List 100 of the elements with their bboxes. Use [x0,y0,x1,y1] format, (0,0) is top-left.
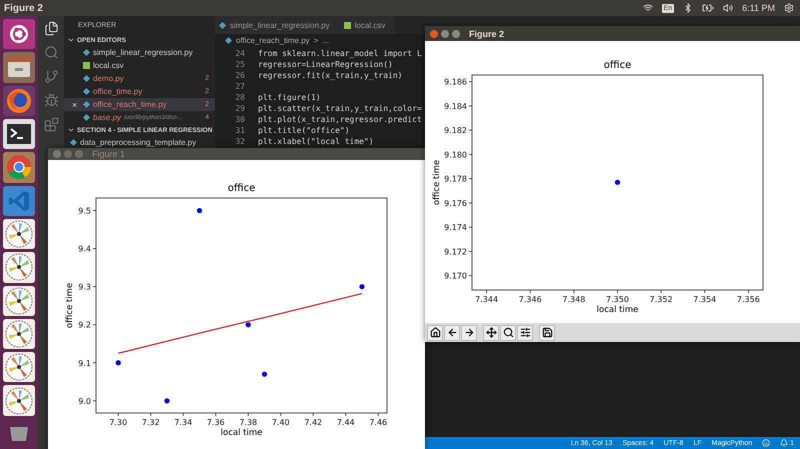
chart-title: office [228,183,256,194]
move-button[interactable] [483,324,499,340]
editor-tab[interactable]: local.csv [340,16,396,34]
code-line: plt.xlabel("local time") [258,137,374,146]
file-name: simple_linear_regression.py [93,48,193,57]
tick-mark [468,251,472,252]
file-list-item[interactable]: simple_linear_regression.py [64,46,215,59]
tick-label: 9.184 [444,102,467,111]
file-name: base.py [93,113,122,122]
bug-icon[interactable] [44,93,58,108]
file-list-item[interactable]: local.csv [64,59,215,72]
tick-label: 7.44 [336,418,355,427]
file-name: office_time.py [93,87,142,96]
line-number: 32 [234,137,246,146]
tick-label: 7.346 [518,295,542,304]
bluetooth-icon[interactable] [683,3,694,13]
back-arrow-icon [446,327,458,338]
back-arrow-button[interactable] [444,324,460,340]
battery-icon[interactable] [702,2,714,14]
pinwheel-icon[interactable] [3,318,35,350]
search-icon[interactable] [44,45,58,60]
tick-mark [92,210,96,211]
maximize-button[interactable] [452,30,460,38]
tick-label: 9.180 [444,150,467,160]
line-number: 29 [234,104,246,113]
bell-icon[interactable] [780,439,788,447]
file-name: office_reach_time.py [93,100,167,109]
tick-label: 7.40 [272,418,290,427]
line-number: 24 [234,49,246,58]
line-number: 26 [234,71,246,80]
save-button[interactable] [539,324,555,340]
tick-mark [486,290,488,294]
branch-icon[interactable] [44,69,58,84]
tick-label: 7.350 [606,295,629,304]
code-line: regressor.fit(x_train,y_train) [258,71,402,80]
tick-label: 7.348 [562,295,586,304]
tick-label: 9.174 [444,223,467,232]
tick-mark [345,412,346,416]
python-file-icon [83,49,90,56]
tick-label: 9.0 [78,396,91,406]
window-title: Figure 1 [92,149,126,159]
data-point [262,372,268,377]
tick-mark [704,290,706,294]
blocks-icon[interactable] [44,117,58,132]
chevron-down-icon[interactable] [67,126,75,134]
file-name: demo.py [93,74,124,83]
terminal-icon[interactable] [3,118,35,150]
files-icon[interactable] [44,21,58,36]
python-file-icon [225,36,232,44]
tick-mark [150,412,152,416]
sliders-icon [520,327,530,338]
tick-label: 7.36 [206,418,225,427]
editor-tab[interactable]: simple_linear_regression.py [215,16,340,34]
pinwheel-icon[interactable] [3,286,35,316]
volume-icon[interactable] [723,3,734,13]
close-button[interactable] [430,30,438,38]
axis-label: office time [432,160,442,206]
data-point [164,398,170,404]
tick-label: 9.1 [78,358,91,368]
chevron-down-icon[interactable] [67,36,75,44]
fox-globe-icon[interactable] [3,86,35,116]
data-point [116,360,121,366]
file-name: local.csv [93,61,124,70]
python-file-icon [219,22,226,28]
tick-label: 7.30 [109,418,128,427]
breadcrumb-more[interactable]: ... [322,36,330,44]
tick-label: 7.344 [475,295,498,304]
close-glyph[interactable]: × [72,100,80,110]
pinwheel-icon[interactable] [3,352,35,382]
line-number: 28 [234,93,246,102]
settings-icon[interactable] [784,3,794,13]
tick-mark [468,178,472,180]
file-list-item[interactable]: data_preprocessing_template.py [64,136,215,149]
tick-mark [468,226,472,228]
tick-label: 7.46 [369,418,388,427]
python-file-icon [70,139,77,146]
breadcrumb-file[interactable]: office_reach_time.py [236,36,310,44]
breadcrumb-separator: > [314,36,318,44]
tick-mark [660,290,662,294]
minimize-button[interactable] [441,30,449,38]
home-button[interactable] [427,324,443,340]
chart-title: office [604,60,632,71]
tick-label: 9.3 [78,282,91,292]
line-number: 30 [234,115,246,124]
pinwheel-icon[interactable] [3,218,35,250]
tick-label: 7.354 [693,295,716,304]
tick-label: 9.4 [78,244,91,254]
sliders-button[interactable] [517,324,533,340]
smiley-icon[interactable] [762,439,770,447]
line-number: 27 [234,82,246,91]
clock[interactable]: 6:11 PM [742,3,775,13]
forward-arrow-button[interactable] [461,324,477,340]
wifi-icon[interactable] [642,3,653,13]
axis-label: local time [596,305,638,315]
table-file-icon [83,62,90,69]
tick-label: 7.34 [174,418,192,427]
table-file-icon [344,22,351,28]
zoom-button[interactable] [500,324,516,340]
tick-mark [468,130,472,131]
tick-label: 9.178 [444,174,467,184]
